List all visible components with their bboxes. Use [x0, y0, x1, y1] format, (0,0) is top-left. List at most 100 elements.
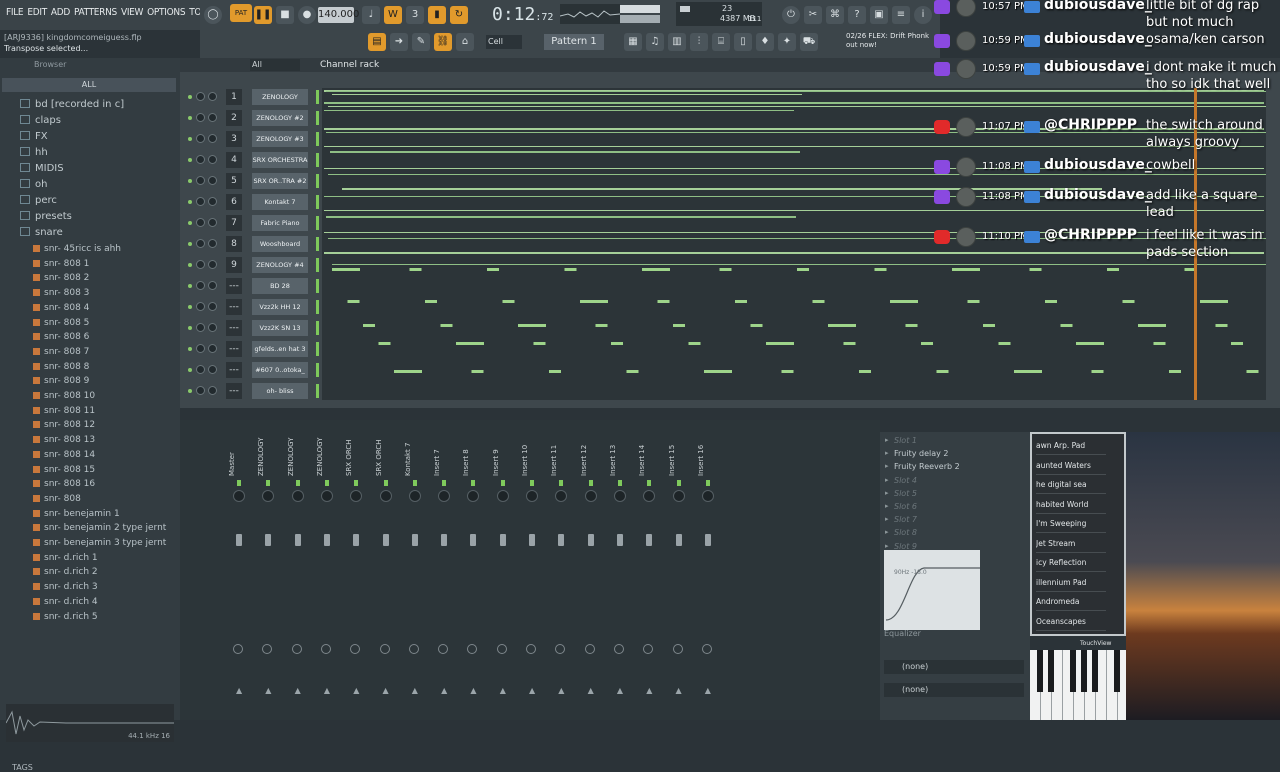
- channel-name-button[interactable]: Fabric Piano: [252, 215, 308, 231]
- browser-file[interactable]: snr- 808 2: [33, 271, 89, 285]
- route-arrow-icon[interactable]: ▲: [529, 686, 535, 695]
- browser-file[interactable]: snr- 808: [33, 492, 81, 506]
- track-send-knob[interactable]: [320, 644, 331, 654]
- channel-select-indicator[interactable]: [316, 132, 319, 146]
- track-pan-knob[interactable]: [526, 490, 538, 502]
- channel-led[interactable]: [188, 305, 192, 309]
- synth-preset-item[interactable]: icy Reflection: [1036, 553, 1106, 572]
- fx-slot[interactable]: Fruity Reeverb 2: [882, 460, 1012, 473]
- mixer-strip[interactable]: Insert 8 ▲: [460, 434, 486, 704]
- tags-label[interactable]: TAGS: [12, 763, 33, 772]
- pencil-icon[interactable]: ✎: [412, 33, 430, 51]
- browser-file[interactable]: snr- 808 8: [33, 360, 89, 374]
- track-volume-fader[interactable]: [558, 534, 565, 546]
- channel-select-indicator[interactable]: [316, 90, 319, 104]
- channel-name-button[interactable]: #607 0..otoka_: [252, 362, 308, 378]
- browser-folder[interactable]: MIDIS: [20, 162, 64, 176]
- eq-graph[interactable]: [884, 550, 980, 630]
- channel-row[interactable]: 1 ZENOLOGY: [186, 88, 319, 107]
- menu-item[interactable]: EDIT: [25, 7, 49, 18]
- channel-volume-knob[interactable]: [208, 260, 217, 269]
- menu-item[interactable]: OPTIONS: [145, 7, 187, 18]
- channel-pan-knob[interactable]: [196, 386, 205, 395]
- channel-name-button[interactable]: oh- bliss: [252, 383, 308, 399]
- track-send-knob[interactable]: [643, 644, 654, 654]
- channel-name-button[interactable]: ZENOLOGY #3: [252, 131, 308, 147]
- fx-slot[interactable]: Slot 5: [882, 487, 1012, 500]
- track-pan-knob[interactable]: [643, 490, 656, 502]
- route-arrow-icon[interactable]: ▲: [295, 686, 301, 695]
- track-pan-knob[interactable]: [291, 490, 304, 502]
- tools-icon[interactable]: ✦: [778, 33, 796, 51]
- mixer-track-number[interactable]: ---: [226, 362, 242, 378]
- channel-select-indicator[interactable]: [316, 237, 319, 251]
- channel-volume-knob[interactable]: [208, 323, 217, 332]
- route-arrow-icon[interactable]: ▲: [617, 686, 623, 695]
- browser-file[interactable]: snr- 808 7: [33, 345, 89, 359]
- fx-slot[interactable]: Slot 1: [882, 434, 1012, 447]
- track-send-knob[interactable]: [555, 644, 566, 654]
- channel-pan-knob[interactable]: [196, 155, 205, 164]
- synth-preset-item[interactable]: Jet Stream: [1036, 534, 1106, 553]
- channel-volume-knob[interactable]: [208, 218, 217, 227]
- channel-volume-knob[interactable]: [208, 344, 217, 353]
- track-send-knob[interactable]: [672, 644, 683, 654]
- mixer-track-number[interactable]: ---: [226, 341, 242, 357]
- black-key[interactable]: [1081, 650, 1087, 692]
- mixer-strip[interactable]: ZENOLOGY ▲: [314, 434, 340, 704]
- channel-rack-icon[interactable]: ▥: [668, 33, 686, 51]
- mixer-track-number[interactable]: ---: [226, 320, 242, 336]
- track-send-knob[interactable]: [526, 644, 536, 654]
- track-pan-knob[interactable]: [379, 490, 392, 502]
- fx-slot[interactable]: Slot 8: [882, 526, 1012, 539]
- channel-row[interactable]: 5 SRX OR..TRA #2: [186, 172, 319, 191]
- menu-item[interactable]: PATTERNS: [72, 7, 119, 18]
- mixer-strip[interactable]: Insert 16 ▲: [695, 434, 721, 704]
- browser-folder[interactable]: claps: [20, 114, 61, 128]
- track-send-knob[interactable]: [438, 644, 449, 654]
- channel-volume-knob[interactable]: [208, 92, 217, 101]
- mixer-strip[interactable]: Insert 7 ▲: [431, 434, 457, 704]
- channel-pan-knob[interactable]: [196, 260, 205, 269]
- channel-name-button[interactable]: Wooshboard: [252, 236, 308, 252]
- tool-3-icon[interactable]: ⌘: [826, 6, 844, 24]
- browser-file[interactable]: snr- 808 14: [33, 448, 95, 462]
- channel-row[interactable]: --- BD 28: [186, 277, 319, 296]
- route-arrow-icon[interactable]: ▲: [412, 686, 418, 695]
- synth-preset-item[interactable]: aunted Waters: [1036, 456, 1106, 475]
- channel-name-button[interactable]: Vzz2k HH 12: [252, 299, 308, 315]
- channel-name-button[interactable]: SRX ORCHESTRA: [252, 152, 308, 168]
- channel-pan-knob[interactable]: [196, 218, 205, 227]
- mixer-strip[interactable]: Kontakt 7 ▲: [402, 434, 428, 704]
- browser-file[interactable]: snr- 808 4: [33, 301, 89, 315]
- track-pan-knob[interactable]: [555, 490, 568, 502]
- info-icon[interactable]: i: [914, 6, 932, 24]
- record-button[interactable]: ●: [298, 6, 316, 24]
- piano-roll-icon[interactable]: ♫: [646, 33, 664, 51]
- channel-led[interactable]: [188, 137, 192, 141]
- track-volume-fader[interactable]: [646, 534, 653, 546]
- channel-select-indicator[interactable]: [316, 216, 319, 230]
- channel-pan-knob[interactable]: [196, 176, 205, 185]
- channel-row[interactable]: --- oh- bliss: [186, 382, 319, 401]
- browser-file[interactable]: snr- 808 9: [33, 374, 89, 388]
- mixer-track-number[interactable]: 3: [226, 131, 242, 147]
- track-volume-fader[interactable]: [499, 534, 506, 546]
- channel-select-indicator[interactable]: [316, 342, 319, 356]
- snap-select[interactable]: Cell: [486, 35, 522, 49]
- browser-file[interactable]: snr- 808 12: [33, 418, 95, 432]
- channel-pan-knob[interactable]: [196, 134, 205, 143]
- channel-row[interactable]: --- gfelds..en hat 3: [186, 340, 319, 359]
- black-key[interactable]: [1037, 650, 1043, 692]
- black-key[interactable]: [1048, 650, 1054, 692]
- channel-select-indicator[interactable]: [316, 384, 319, 398]
- track-send-knob[interactable]: [379, 644, 390, 654]
- track-volume-fader[interactable]: [704, 534, 711, 546]
- channel-pan-knob[interactable]: [196, 365, 205, 374]
- mixer-strip[interactable]: ZENOLOGY ▲: [285, 434, 311, 704]
- channel-led[interactable]: [188, 95, 192, 99]
- browser-file[interactable]: snr- d.rich 1: [33, 551, 98, 565]
- stop-button[interactable]: ■: [276, 6, 294, 24]
- mixer-strip[interactable]: Insert 12 ▲: [578, 434, 604, 704]
- track-pan-knob[interactable]: [672, 490, 685, 502]
